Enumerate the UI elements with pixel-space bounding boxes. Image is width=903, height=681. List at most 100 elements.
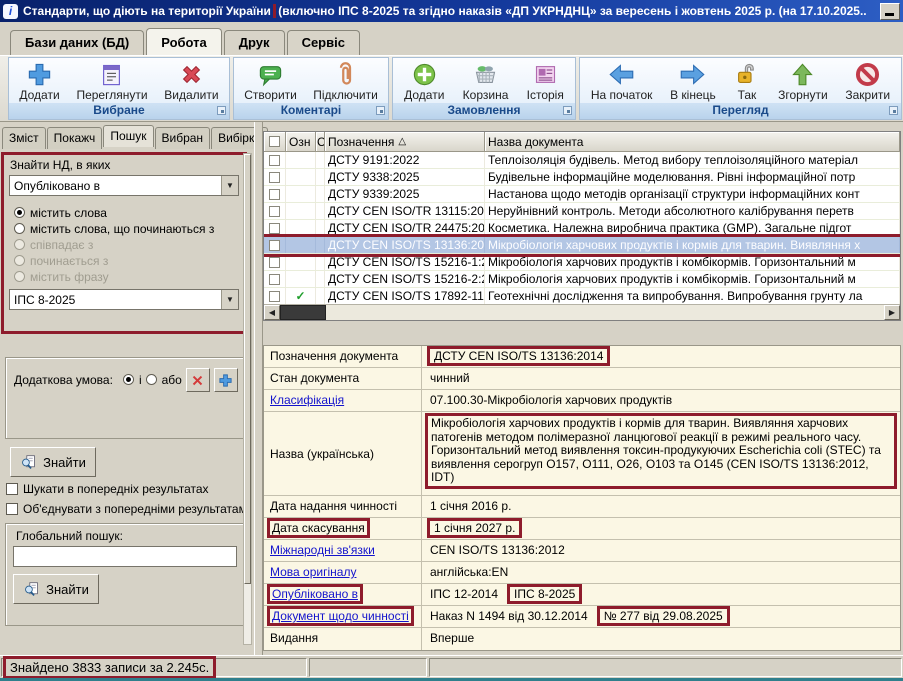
group-comments-launcher-icon[interactable] bbox=[376, 106, 385, 115]
header-select-all-checkbox[interactable] bbox=[264, 132, 286, 152]
radio-contains-phrase: містить фразу bbox=[14, 269, 214, 284]
group-orders-launcher-icon[interactable] bbox=[563, 106, 572, 115]
row-name: Будівельне інформаційне моделювання. Рів… bbox=[485, 169, 900, 185]
table-row[interactable]: ✓ ДСТУ CEN ISO/TS 17892-11:2007 Геотехні… bbox=[264, 288, 900, 305]
search-value-combobox[interactable]: ІПС 8-2025 ▼ bbox=[9, 289, 239, 310]
view-tostart-button[interactable]: На початок bbox=[585, 60, 659, 103]
table-row[interactable]: ДСТУ CEN ISO/TR 24475:2016 (CEN Косметик… bbox=[264, 220, 900, 237]
view-close-button[interactable]: Закрити bbox=[839, 60, 896, 103]
group-view-launcher-icon[interactable] bbox=[889, 106, 898, 115]
add-condition-button[interactable] bbox=[214, 368, 238, 392]
orders-cart-button[interactable]: Корзина bbox=[457, 60, 515, 103]
row-checkbox[interactable] bbox=[264, 237, 286, 253]
tab-service[interactable]: Сервіс bbox=[287, 30, 360, 55]
sidebar-tab-selected[interactable]: Вибран bbox=[155, 127, 211, 149]
ukrainian-name-value: Мікробіологія харчових продуктів і кормі… bbox=[428, 416, 894, 486]
red-x-icon bbox=[190, 373, 205, 388]
radio-or[interactable]: або bbox=[146, 372, 182, 387]
row-checkbox[interactable] bbox=[264, 152, 286, 168]
validity-document-link[interactable]: Документ щодо чинності bbox=[270, 609, 411, 623]
close-circle-icon bbox=[854, 61, 881, 88]
search-field-combobox[interactable]: Опубліковано в ▼ bbox=[9, 175, 239, 196]
table-row[interactable]: ДСТУ CEN ISO/TS 15216-1:2014 Мікробіолог… bbox=[264, 254, 900, 271]
row-checkbox[interactable] bbox=[264, 254, 286, 270]
view-yes-button[interactable]: Так bbox=[727, 60, 766, 103]
edition-value: Вперше bbox=[430, 631, 474, 645]
classification-link[interactable]: Класифікація bbox=[270, 393, 344, 407]
scroll-right-icon[interactable]: ▶ bbox=[884, 305, 900, 320]
header-designation[interactable]: Позначення△ bbox=[325, 132, 485, 152]
window-title-prefix: Стандарти, що діють на території України bbox=[23, 4, 271, 18]
comments-attach-button[interactable]: Підключити bbox=[307, 60, 384, 103]
header-document-name[interactable]: Назва документа bbox=[485, 132, 900, 152]
tab-work[interactable]: Робота bbox=[146, 28, 222, 55]
global-find-button[interactable]: Знайти bbox=[13, 574, 99, 604]
radio-starts-with-words[interactable]: містить слова, що починаються з bbox=[14, 221, 214, 236]
published-in-value-2: ІПС 8-2025 bbox=[510, 587, 579, 601]
table-row[interactable]: ДСТУ 9191:2022 Теплоізоляція будівель. М… bbox=[264, 152, 900, 169]
published-in-link[interactable]: Опубліковано в bbox=[270, 587, 360, 601]
chevron-down-icon[interactable]: ▼ bbox=[221, 176, 238, 195]
group-favorites-launcher-icon[interactable] bbox=[217, 106, 226, 115]
view-collapse-button[interactable]: Згорнути bbox=[772, 60, 834, 103]
checkbox-merge-with-previous[interactable]: Об'єднувати з попередніми результатам bbox=[6, 502, 250, 516]
row-checkbox[interactable] bbox=[264, 186, 286, 202]
sidebar-tab-search[interactable]: Пошук bbox=[103, 125, 153, 147]
sidebar-scrollbar[interactable] bbox=[243, 153, 252, 645]
comments-create-button[interactable]: Створити bbox=[238, 60, 303, 103]
checkbox-search-in-previous[interactable]: Шукати в попередніх результатах bbox=[6, 482, 250, 496]
table-row[interactable]: ДСТУ 9338:2025 Будівельне інформаційне м… bbox=[264, 169, 900, 186]
global-search-label: Глобальний пошук: bbox=[14, 529, 125, 543]
row-designation: ДСТУ CEN ISO/TS 17892-11:2007 bbox=[325, 288, 485, 304]
vertical-splitter[interactable] bbox=[254, 122, 263, 655]
sidebar-tab-index[interactable]: Покажч bbox=[47, 127, 103, 149]
international-links-link[interactable]: Міжнародні зв'язки bbox=[270, 543, 375, 557]
tab-databases[interactable]: Бази даних (БД) bbox=[10, 30, 144, 55]
table-horizontal-scrollbar[interactable]: ◀ ▶ bbox=[264, 304, 900, 320]
table-row[interactable]: ДСТУ CEN ISO/TR 13115:2016 (CEN Неруйнів… bbox=[264, 203, 900, 220]
sidebar-tab-contents[interactable]: Зміст bbox=[2, 127, 46, 149]
delete-x-icon bbox=[178, 61, 205, 88]
radio-and[interactable]: і bbox=[123, 372, 142, 387]
remove-condition-button[interactable] bbox=[186, 368, 210, 392]
favorites-view-button[interactable]: Переглянути bbox=[70, 60, 153, 103]
table-row[interactable]: ДСТУ 9339:2025 Настанова щодо методів ор… bbox=[264, 186, 900, 203]
status-section bbox=[429, 658, 902, 677]
global-search-input[interactable] bbox=[13, 546, 237, 567]
favorites-add-button[interactable]: Додати bbox=[13, 60, 65, 103]
cancellation-date-value: 1 січня 2027 р. bbox=[430, 521, 519, 535]
header-ozn[interactable]: Озн bbox=[286, 132, 316, 152]
row-checkbox[interactable] bbox=[264, 169, 286, 185]
scrollbar-thumb[interactable] bbox=[280, 305, 326, 320]
arrow-left-icon bbox=[608, 61, 635, 88]
radio-contains-words[interactable]: містить слова bbox=[14, 205, 214, 220]
add-plus-icon bbox=[26, 61, 53, 88]
row-checkbox[interactable] bbox=[264, 288, 286, 304]
detail-row: Видання Вперше bbox=[264, 628, 900, 650]
table-row-selected[interactable]: ДСТУ CEN ISO/TS 13136:2014 Мікробіологія… bbox=[264, 237, 900, 254]
scroll-left-icon[interactable]: ◀ bbox=[264, 305, 280, 320]
row-checkbox[interactable] bbox=[264, 203, 286, 219]
row-name: Мікробіологія харчових продуктів і комбі… bbox=[485, 254, 900, 270]
orders-history-button[interactable]: Історія bbox=[521, 60, 570, 103]
status-found-records: Знайдено 3833 записи за 2.245с. bbox=[6, 659, 213, 676]
find-button[interactable]: Знайти bbox=[10, 447, 96, 477]
chevron-down-icon[interactable]: ▼ bbox=[221, 290, 238, 309]
minimize-button[interactable] bbox=[880, 3, 900, 20]
view-toend-button[interactable]: В кінець bbox=[664, 60, 722, 103]
row-name: Мікробіологія харчових продуктів і кормі… bbox=[485, 237, 900, 253]
global-search-group: Глобальний пошук: Знайти bbox=[5, 523, 245, 626]
add-circle-icon bbox=[411, 61, 438, 88]
original-language-link[interactable]: Мова оригіналу bbox=[270, 565, 356, 579]
orders-add-button[interactable]: Додати bbox=[398, 60, 450, 103]
find-document-icon bbox=[23, 581, 40, 598]
favorites-delete-button[interactable]: Видалити bbox=[158, 60, 224, 103]
detail-row: Мова оригіналу англійська:EN bbox=[264, 562, 900, 584]
header-st[interactable]: С bbox=[316, 132, 325, 152]
window-title-highlighted: (включно ІПС 8-2025 та згідно наказів «Д… bbox=[276, 4, 868, 18]
table-row[interactable]: ДСТУ CEN ISO/TS 15216-2:2014 Мікробіолог… bbox=[264, 271, 900, 288]
document-details: Позначення документа ДСТУ CEN ISO/TS 131… bbox=[263, 345, 901, 651]
tab-print[interactable]: Друк bbox=[224, 30, 285, 55]
row-checkbox[interactable] bbox=[264, 220, 286, 236]
row-checkbox[interactable] bbox=[264, 271, 286, 287]
